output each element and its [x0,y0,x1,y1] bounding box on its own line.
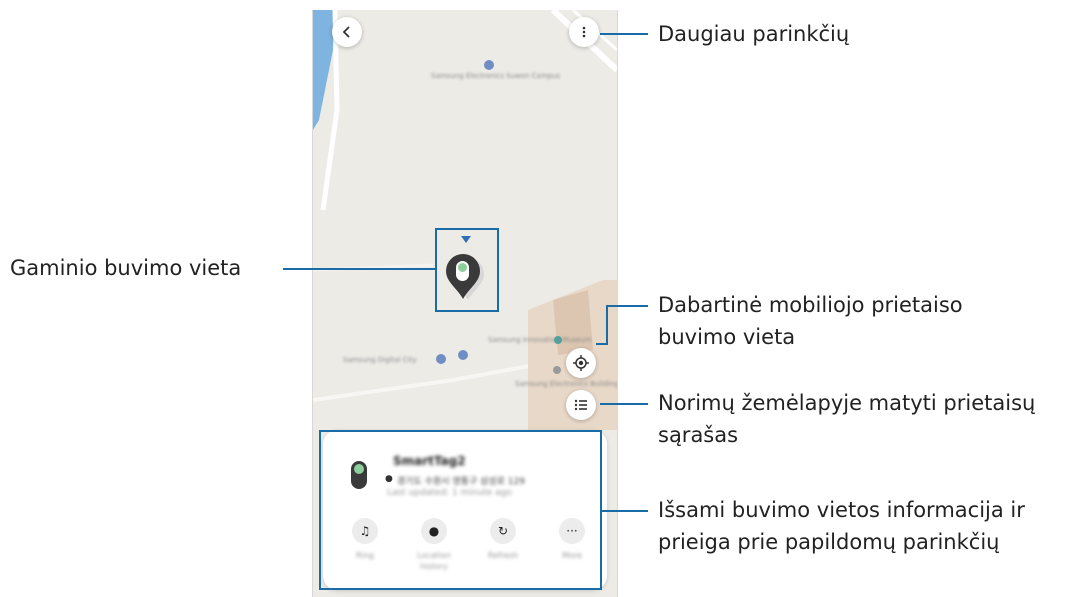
callout-details-2: prieiga prie papildomų parinkčių [658,530,1000,554]
callout-line-list [600,403,648,405]
callout-more-options: Daugiau parinkčių [658,22,850,46]
callout-line-location-stub [596,343,608,345]
details-card-highlight [319,430,602,590]
callout-current-location-1: Dabartinė mobiliojo prietaiso [658,293,963,317]
poi-marker [553,366,561,374]
product-location-highlight [435,228,499,312]
callout-line-location-vertical [606,305,608,345]
poi-marker [484,60,494,70]
my-location-button[interactable] [566,348,596,378]
vertical-ellipsis-icon [582,26,586,38]
map-poi-label: Samsung Innovation Museum [488,336,592,344]
list-icon [574,399,587,411]
poi-marker [458,350,468,360]
callout-device-list-1: Norimų žemėlapyje matyti prietaisų [658,391,1036,415]
callout-line-location [607,305,648,307]
device-list-button[interactable] [566,390,596,420]
more-options-button[interactable] [569,17,599,47]
my-location-icon [573,355,589,371]
callout-product-location: Gaminio buvimo vieta [10,256,242,280]
callout-device-list-2: sąrašas [658,423,739,447]
callout-line-more [600,33,648,35]
chevron-left-icon [342,26,350,38]
poi-marker [436,354,446,364]
map-poi-label: Samsung Electronics Suwon Campus [431,72,561,80]
callout-line-details [602,510,648,512]
building [553,290,593,355]
callout-details-1: Išsami buvimo vietos informacija ir [658,498,1025,522]
map-poi-label: Samsung Electronics Building [515,380,618,388]
map-poi-label: Samsung Digital City [343,356,417,364]
callout-line-product [283,268,435,270]
back-button[interactable] [332,17,362,47]
callout-current-location-2: buvimo vieta [658,325,796,349]
